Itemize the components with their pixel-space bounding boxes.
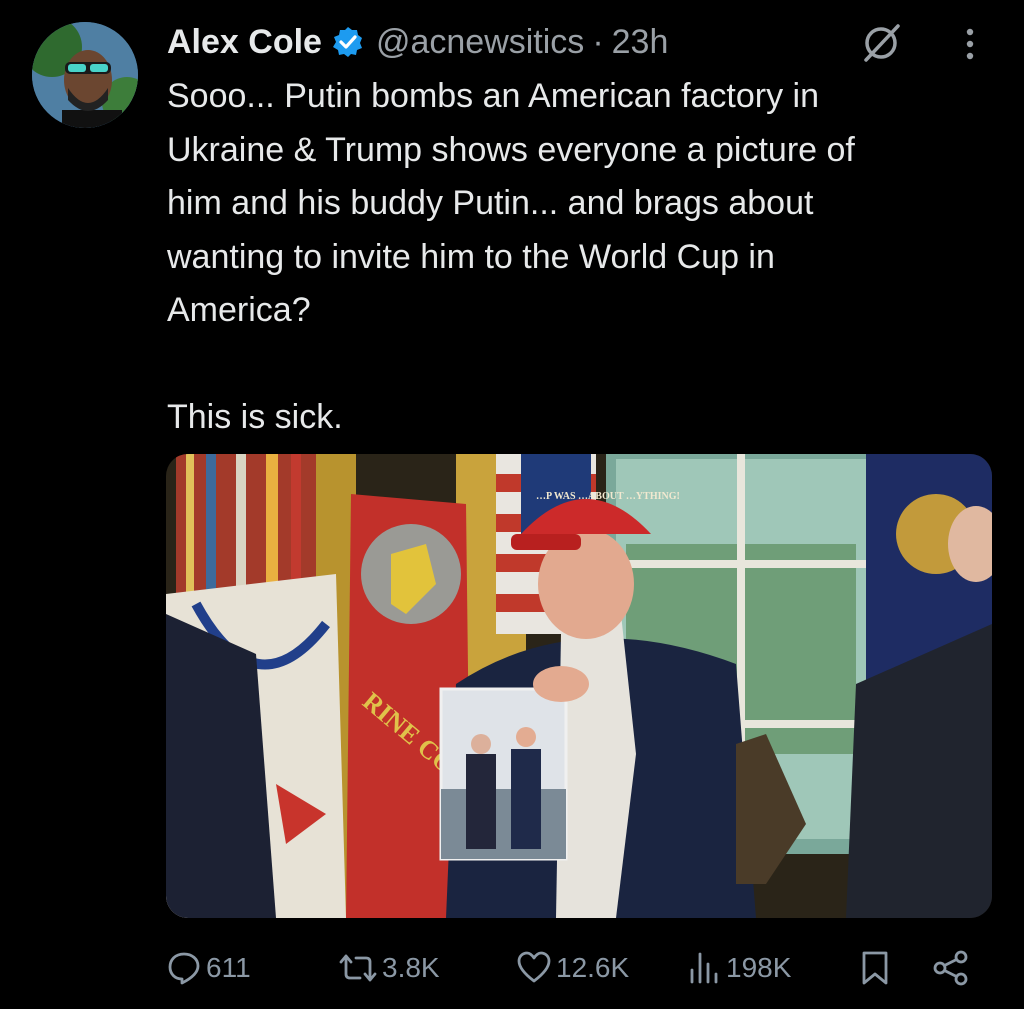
author-handle[interactable]: @acnewsitics — [376, 23, 584, 62]
media-photo: RINE COR …P WAS …ABOUT …YTHING! — [166, 454, 992, 918]
tweet-actions: 611 3.8K 12.6K 198K — [166, 936, 976, 1000]
repost-button[interactable]: 3.8K — [338, 936, 440, 1000]
more-icon[interactable] — [956, 24, 984, 64]
reply-count: 611 — [206, 952, 251, 983]
timestamp[interactable]: 23h — [612, 23, 669, 62]
tweet-text: Sooo... Putin bombs an American factory … — [167, 77, 855, 436]
views-count: 198K — [726, 952, 792, 983]
verified-badge-icon — [332, 27, 362, 57]
reply-icon — [168, 952, 200, 985]
views-icon — [690, 952, 718, 984]
like-button[interactable]: 12.6K — [516, 936, 629, 1000]
repost-icon — [339, 954, 377, 982]
author-name[interactable]: Alex Cole — [167, 23, 322, 62]
avatar[interactable] — [32, 22, 138, 128]
like-icon — [517, 951, 551, 983]
bookmark-icon — [862, 951, 888, 985]
hat-text: …P WAS …ABOUT …YTHING! — [536, 491, 680, 502]
repost-count: 3.8K — [382, 952, 440, 983]
separator: · — [592, 22, 604, 61]
tweet-media[interactable]: RINE COR …P WAS …ABOUT …YTHING! — [166, 454, 992, 918]
share-button[interactable] — [932, 936, 970, 1000]
avatar-image — [32, 22, 138, 128]
share-icon — [933, 950, 968, 986]
bookmark-button[interactable] — [858, 936, 892, 1000]
like-count: 12.6K — [556, 952, 630, 983]
reply-button[interactable]: 611 — [166, 936, 251, 1000]
views-button[interactable]: 198K — [686, 936, 791, 1000]
grok-icon[interactable] — [860, 22, 902, 64]
